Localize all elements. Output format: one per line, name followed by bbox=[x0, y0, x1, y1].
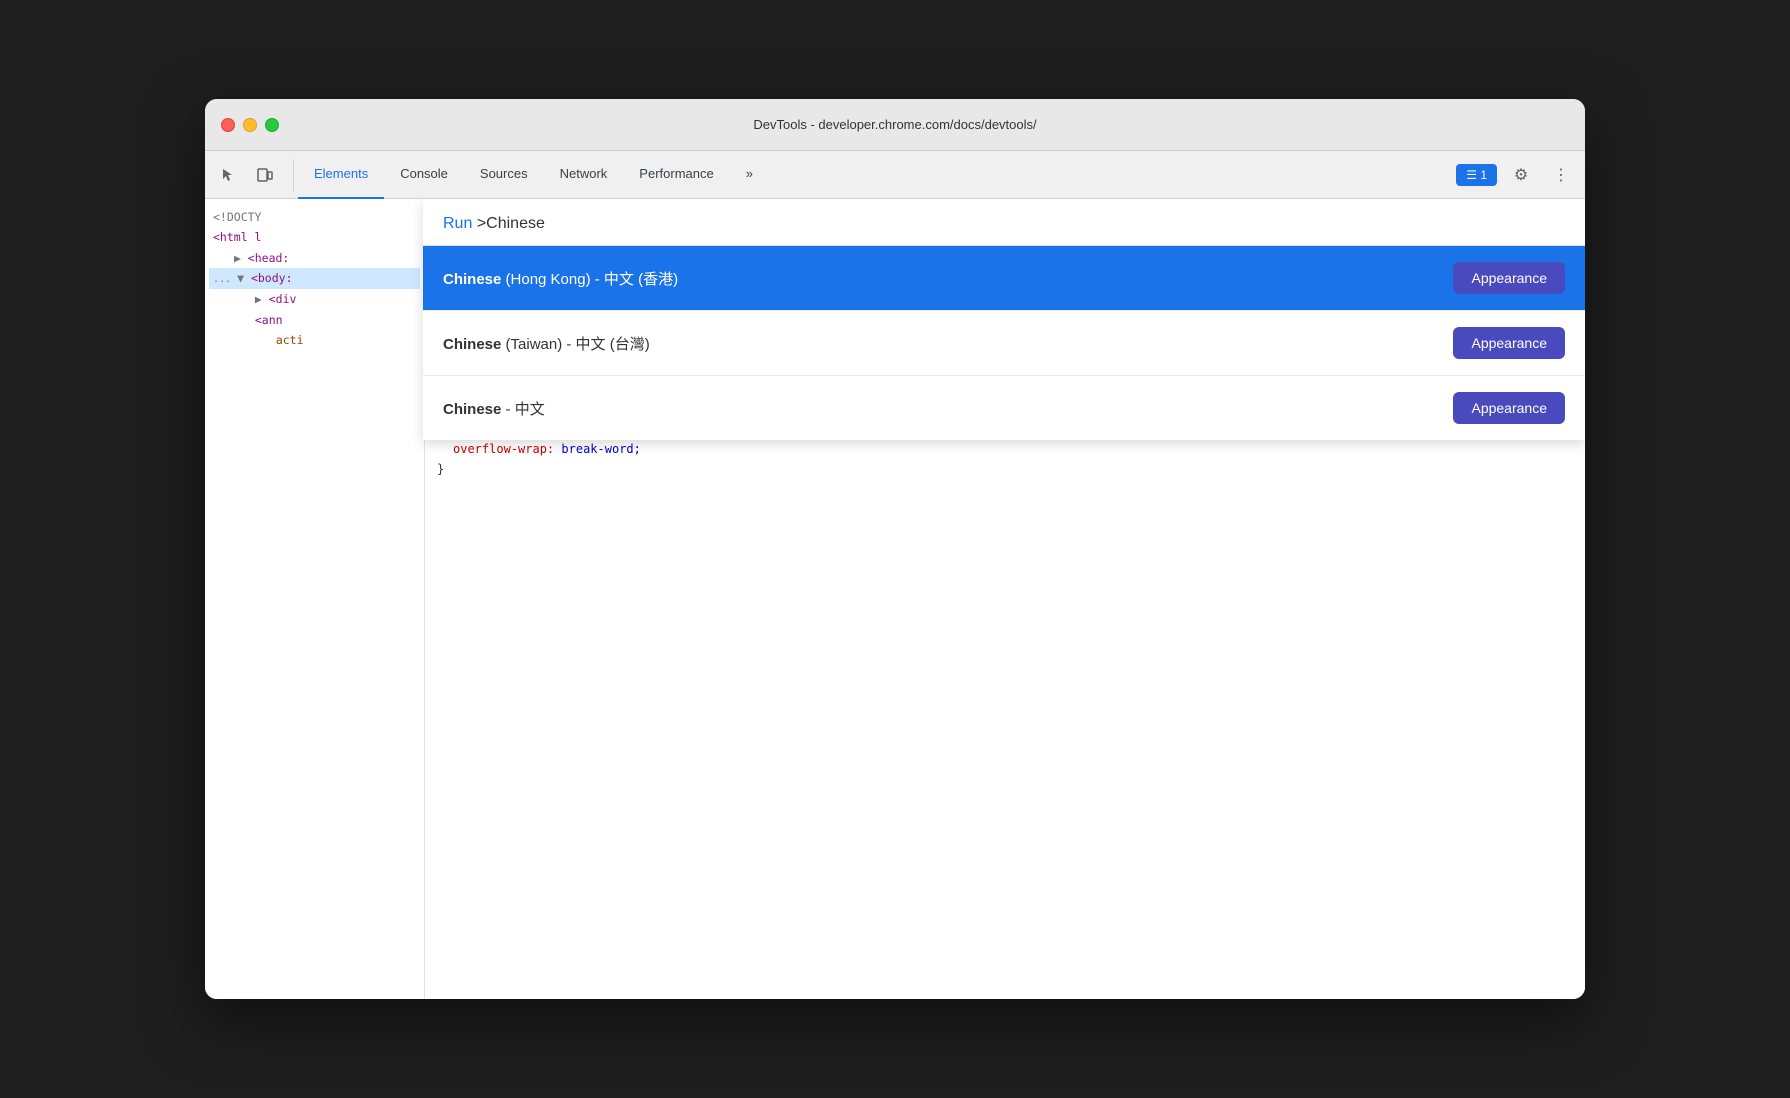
dropdown-header: Run >Chinese bbox=[423, 199, 1585, 246]
dom-tree-panel[interactable]: <!DOCTY <html l ▶ <head: ... ▼ <body: ▶ … bbox=[205, 199, 425, 999]
dom-head[interactable]: ▶ <head: bbox=[209, 248, 420, 268]
window-title: DevTools - developer.chrome.com/docs/dev… bbox=[753, 117, 1036, 132]
tab-console[interactable]: Console bbox=[384, 151, 464, 199]
device-toggle-icon[interactable] bbox=[249, 159, 281, 191]
main-area: <!DOCTY <html l ▶ <head: ... ▼ <body: ▶ … bbox=[205, 199, 1585, 999]
tab-performance[interactable]: Performance bbox=[623, 151, 729, 199]
dom-acti[interactable]: acti bbox=[209, 330, 420, 350]
devtools-panel: Elements Console Sources Network Perform… bbox=[205, 151, 1585, 999]
cursor-icon[interactable] bbox=[213, 159, 245, 191]
dropdown-item-3[interactable]: Chinese - 中文 Appearance bbox=[423, 376, 1585, 440]
browser-window: DevTools - developer.chrome.com/docs/dev… bbox=[205, 99, 1585, 999]
close-button[interactable] bbox=[221, 118, 235, 132]
dropdown-item-1[interactable]: Chinese (Hong Kong) - 中文 (香港) Appearance bbox=[423, 246, 1585, 311]
maximize-button[interactable] bbox=[265, 118, 279, 132]
dom-html[interactable]: <html l bbox=[209, 227, 420, 247]
dropdown-item-3-text: Chinese - 中文 bbox=[443, 398, 545, 419]
devtools-toolbar: Elements Console Sources Network Perform… bbox=[205, 151, 1585, 199]
toolbar-icons bbox=[213, 159, 294, 191]
dom-body[interactable]: ... ▼ <body: bbox=[209, 268, 420, 289]
appearance-button-1[interactable]: Appearance bbox=[1453, 262, 1565, 294]
tab-elements[interactable]: Elements bbox=[298, 151, 384, 199]
dom-ann[interactable]: <ann bbox=[209, 310, 420, 330]
dropdown-overlay: Run >Chinese Chinese (Hong Kong) - 中文 (香… bbox=[423, 199, 1585, 440]
traffic-lights bbox=[221, 118, 279, 132]
title-bar: DevTools - developer.chrome.com/docs/dev… bbox=[205, 99, 1585, 151]
dropdown-item-2-text: Chinese (Taiwan) - 中文 (台灣) bbox=[443, 333, 650, 354]
dropdown-item-2[interactable]: Chinese (Taiwan) - 中文 (台灣) Appearance bbox=[423, 311, 1585, 376]
more-options-icon[interactable]: ⋮ bbox=[1545, 159, 1577, 191]
settings-icon[interactable]: ⚙ bbox=[1505, 159, 1537, 191]
dom-doctype[interactable]: <!DOCTY bbox=[209, 207, 420, 227]
tab-list: Elements Console Sources Network Perform… bbox=[298, 151, 1456, 199]
toolbar-right: ☰ 1 ⚙ ⋮ bbox=[1456, 159, 1577, 191]
dom-div[interactable]: ▶ <div bbox=[209, 289, 420, 309]
appearance-button-3[interactable]: Appearance bbox=[1453, 392, 1565, 424]
dropdown-run-label: Run bbox=[443, 215, 472, 232]
dropdown-query-text: >Chinese bbox=[477, 215, 545, 232]
tab-network[interactable]: Network bbox=[544, 151, 624, 199]
more-tabs-button[interactable]: » bbox=[730, 151, 769, 199]
tab-sources[interactable]: Sources bbox=[464, 151, 544, 199]
messages-badge[interactable]: ☰ 1 bbox=[1456, 164, 1497, 186]
minimize-button[interactable] bbox=[243, 118, 257, 132]
appearance-button-2[interactable]: Appearance bbox=[1453, 327, 1565, 359]
dropdown-item-1-text: Chinese (Hong Kong) - 中文 (香港) bbox=[443, 268, 678, 289]
